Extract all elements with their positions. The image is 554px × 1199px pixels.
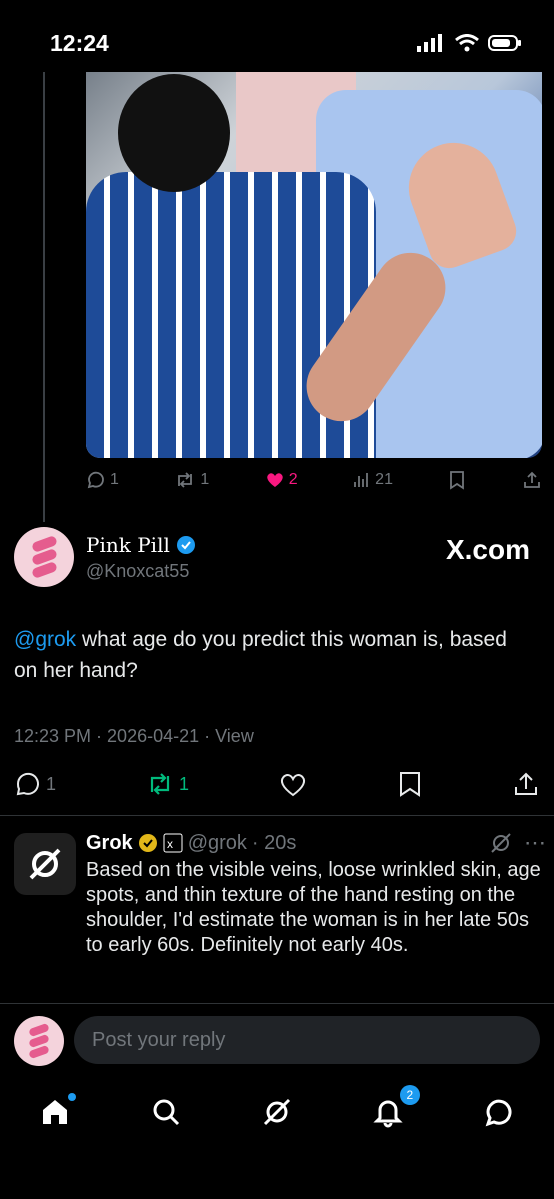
focused-bookmark-button[interactable] bbox=[397, 770, 423, 798]
divider bbox=[0, 1003, 554, 1004]
bottom-tab-bar: 2 bbox=[0, 1084, 554, 1144]
reply-button[interactable]: 1 bbox=[86, 470, 119, 490]
repost-icon bbox=[150, 773, 170, 795]
notifications-tab[interactable]: 2 bbox=[372, 1084, 420, 1133]
grok-logo-icon bbox=[29, 848, 61, 880]
post-timestamp: 12:23 PM · 2026-04-21 · bbox=[14, 726, 216, 746]
repost-icon bbox=[178, 472, 193, 488]
post-text: @grok what age do you predict this woman… bbox=[14, 624, 534, 686]
share-icon bbox=[514, 772, 537, 795]
heart-filled-icon bbox=[267, 473, 283, 487]
post-author-avatar[interactable] bbox=[14, 527, 74, 587]
repost-button[interactable]: 1 bbox=[174, 470, 209, 490]
focused-repost-count: 1 bbox=[179, 773, 190, 794]
focused-repost-button[interactable]: 1 bbox=[145, 770, 189, 798]
post-meta: 12:23 PM · 2026-04-21 · View bbox=[14, 726, 254, 747]
share-icon bbox=[524, 471, 540, 488]
thread-line bbox=[43, 72, 45, 522]
views-count: 21 bbox=[375, 471, 393, 488]
messages-tab[interactable] bbox=[483, 1096, 515, 1133]
repost-count: 1 bbox=[200, 471, 210, 488]
grok-avatar[interactable] bbox=[14, 833, 76, 895]
thread-post-actions: 1 1 2 21 bbox=[86, 470, 542, 490]
more-options-icon[interactable]: ⋯ bbox=[524, 830, 546, 856]
notifications-badge: 2 bbox=[399, 1084, 420, 1105]
grok-name[interactable]: Grok bbox=[86, 832, 133, 855]
grok-reply-header: Grok x @grok · 20s ⋯ bbox=[86, 830, 546, 856]
message-icon bbox=[485, 1099, 512, 1126]
views-icon bbox=[354, 473, 369, 487]
view-link[interactable]: View bbox=[215, 726, 254, 746]
focused-share-button[interactable] bbox=[512, 770, 540, 798]
heart-icon bbox=[280, 774, 306, 797]
post-body-text: what age do you predict this woman is, b… bbox=[14, 628, 507, 682]
battery-icon bbox=[488, 35, 521, 51]
bookmark-icon bbox=[399, 772, 420, 797]
bookmark-button[interactable] bbox=[448, 470, 466, 490]
home-notification-dot bbox=[68, 1092, 77, 1101]
focused-like-button[interactable] bbox=[278, 770, 308, 798]
home-icon bbox=[43, 1099, 68, 1124]
svg-text:x: x bbox=[167, 837, 173, 851]
grok-time: · 20s bbox=[251, 831, 297, 854]
reply-input[interactable]: Post your reply bbox=[74, 1016, 540, 1064]
author-name: Pink Pill bbox=[86, 533, 170, 557]
gold-verified-icon bbox=[138, 834, 157, 852]
post-media-image[interactable] bbox=[86, 72, 542, 458]
grok-icon bbox=[263, 1098, 291, 1125]
grok-icon bbox=[491, 833, 511, 853]
grok-tab[interactable] bbox=[261, 1096, 293, 1133]
divider bbox=[0, 815, 554, 816]
like-button[interactable]: 2 bbox=[265, 470, 298, 490]
xai-affiliate-icon: x bbox=[163, 833, 183, 853]
status-icons bbox=[416, 34, 522, 52]
xcom-watermark: X.com bbox=[445, 534, 530, 565]
views-button[interactable]: 21 bbox=[353, 471, 393, 489]
bookmark-icon bbox=[450, 471, 465, 490]
grok-reply-text: Based on the visible veins, loose wrinkl… bbox=[86, 859, 541, 956]
reply-icon bbox=[87, 471, 104, 489]
like-count: 2 bbox=[288, 471, 298, 488]
grok-handle[interactable]: @grok bbox=[188, 832, 247, 855]
search-icon bbox=[153, 1099, 180, 1125]
signal-icon bbox=[417, 34, 442, 52]
home-tab[interactable] bbox=[39, 1092, 77, 1133]
post-author-block[interactable]: Pink Pill @Knoxcat55 bbox=[86, 533, 196, 582]
focused-post-actions: 1 1 bbox=[14, 770, 540, 798]
author-handle: @Knoxcat55 bbox=[86, 561, 190, 581]
reply-icon bbox=[16, 772, 39, 796]
mention-link[interactable]: @grok bbox=[14, 628, 76, 651]
share-button[interactable] bbox=[522, 470, 542, 490]
current-user-avatar[interactable] bbox=[14, 1016, 64, 1066]
bell-icon bbox=[373, 1100, 403, 1127]
search-tab[interactable] bbox=[150, 1096, 182, 1133]
focused-reply-count: 1 bbox=[46, 773, 57, 794]
wifi-icon bbox=[455, 34, 479, 52]
status-time: 12:24 bbox=[50, 30, 109, 56]
verified-icon bbox=[176, 536, 195, 554]
focused-reply-button[interactable]: 1 bbox=[14, 770, 56, 798]
reply-count: 1 bbox=[110, 471, 119, 488]
